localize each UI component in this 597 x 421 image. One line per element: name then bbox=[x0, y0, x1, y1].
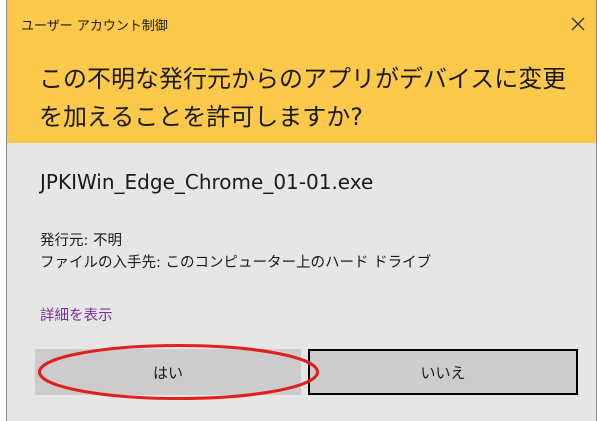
dialog-question: この不明な発行元からのアプリがデバイスに変更を加えることを許可しますか? bbox=[39, 65, 567, 131]
dialog-caption: ユーザー アカウント制御 bbox=[21, 19, 168, 34]
close-icon bbox=[571, 17, 585, 31]
uac-dialog: ユーザー アカウント制御 この不明な発行元からのアプリがデバイスに変更を加えるこ… bbox=[6, 0, 597, 421]
yes-button[interactable]: はい bbox=[35, 349, 301, 395]
no-button[interactable]: いいえ bbox=[308, 349, 578, 395]
close-button[interactable] bbox=[570, 16, 586, 32]
app-metadata: 発行元: 不明 ファイルの入手先: このコンピューター上のハード ドライブ bbox=[40, 230, 431, 274]
publisher-text: 発行元: 不明 bbox=[40, 233, 122, 249]
app-filename: JPKIWin_Edge_Chrome_01-01.exe bbox=[40, 170, 374, 194]
show-details-link[interactable]: 詳細を表示 bbox=[40, 304, 113, 325]
dialog-header: ユーザー アカウント制御 この不明な発行元からのアプリがデバイスに変更を加えるこ… bbox=[7, 0, 596, 143]
source-text: ファイルの入手先: このコンピューター上のハード ドライブ bbox=[40, 255, 432, 271]
